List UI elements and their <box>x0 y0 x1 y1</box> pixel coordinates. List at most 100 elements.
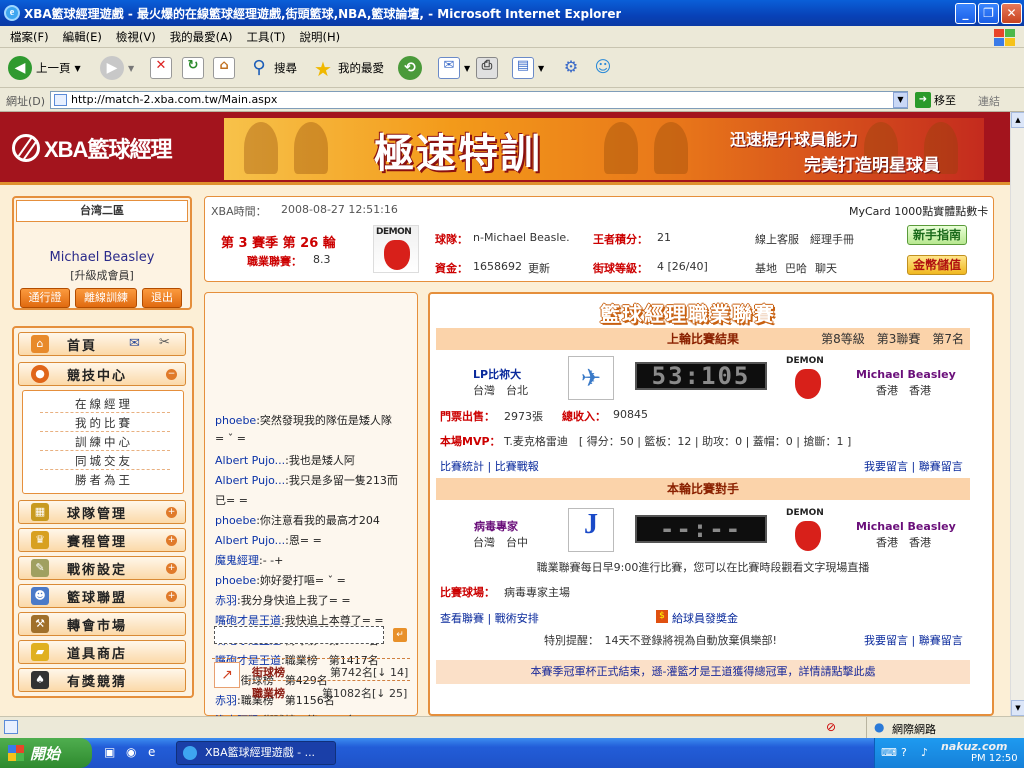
tools-icon[interactable]: ✂ <box>159 335 170 350</box>
links-button[interactable]: 連結 <box>978 93 1000 109</box>
scroll-up-icon[interactable]: ▲ <box>1011 112 1024 128</box>
chat-sender[interactable]: phoebe <box>215 574 256 587</box>
chat-sender[interactable]: phoebe <box>215 414 256 427</box>
chat-sender[interactable]: 赤羽 <box>215 694 237 707</box>
league-tactics-links[interactable]: 查看聯賽 | 戰術安排 <box>440 610 539 626</box>
popup-blocker-icon[interactable]: ⊘ <box>826 720 836 734</box>
mail-button[interactable]: ✉ ▼ <box>438 54 470 82</box>
submenu-my-matches[interactable]: 我的比賽 <box>24 415 184 431</box>
menu-view[interactable]: 檢視(V) <box>116 29 156 45</box>
chat-sender[interactable]: Albert Pujo... <box>215 534 285 547</box>
expand-icon[interactable]: + <box>166 535 177 546</box>
close-button[interactable]: ✕ <box>1001 3 1022 24</box>
menu-edit[interactable]: 編輯(E) <box>63 29 102 45</box>
collapse-icon[interactable]: − <box>166 369 177 380</box>
offline-training-button[interactable]: 離線訓練 <box>75 288 137 308</box>
back-button[interactable]: ◀ 上一頁 ▼ <box>8 54 81 82</box>
base-link[interactable]: 基地 <box>755 260 777 276</box>
nav-betting[interactable]: ♠ 有獎競猜 <box>18 668 186 692</box>
logout-button[interactable]: 退出 <box>142 288 182 308</box>
nav-team-management[interactable]: ▦ 球隊管理 + <box>18 500 186 524</box>
scroll-down-icon[interactable]: ▼ <box>1011 700 1024 716</box>
next-home-team-name[interactable]: 病毒專家 <box>474 518 518 534</box>
favorites-button[interactable]: ★ 我的最愛 <box>312 54 384 82</box>
go-button[interactable]: ➜ 移至 <box>915 92 956 108</box>
submenu-training-center[interactable]: 訓練中心 <box>24 434 184 450</box>
send-icon[interactable]: ↵ <box>393 628 407 642</box>
chat-sender[interactable]: Albert Pujo... <box>215 474 285 487</box>
address-input[interactable]: http://match-2.xba.com.tw/Main.aspx <box>50 91 908 109</box>
taskbar-ie-window[interactable]: XBA籃球經理遊戲 - ... <box>176 741 336 765</box>
match-stats-links[interactable]: 比賽統計 | 比賽戰報 <box>440 458 539 474</box>
chat-sender[interactable]: phoebe <box>215 514 256 527</box>
nav-arena[interactable]: ● 競技中心 − <box>18 362 186 386</box>
beginner-guide-button[interactable]: 新手指南 <box>907 225 967 245</box>
passport-button[interactable]: 通行證 <box>20 288 70 308</box>
chat-link[interactable]: 聊天 <box>815 260 837 276</box>
back-dropdown-icon[interactable]: ▼ <box>75 64 81 73</box>
away-team-name[interactable]: Michael Beasley <box>856 368 956 381</box>
show-desktop-icon[interactable]: ▣ <box>104 745 115 759</box>
gold-recharge-button[interactable]: 金幣儲值 <box>907 255 967 275</box>
submenu-winner[interactable]: 勝者為王 <box>24 472 184 488</box>
vertical-scrollbar[interactable]: ▲ ▼ <box>1010 112 1024 716</box>
chat-sender[interactable]: 魔鬼經理 <box>215 554 259 567</box>
home-team-name[interactable]: LP比祢大 <box>473 366 521 382</box>
manager-manual-link[interactable]: 經理手冊 <box>810 231 854 247</box>
league-message-links[interactable]: 我要留言 | 聯賽留言 <box>864 458 963 474</box>
messenger-button[interactable]: ☺ <box>592 54 614 82</box>
print-button[interactable]: ⎙ <box>476 54 498 82</box>
refresh-button[interactable]: ↻ <box>182 54 204 82</box>
season-champion-notice[interactable]: 本賽季冠軍杯正式結束，遜-灌籃才是王道獲得總冠軍，詳情請點擊此處 <box>436 660 970 684</box>
nav-schedule[interactable]: ♛ 賽程管理 + <box>18 528 186 552</box>
keyboard-icon[interactable]: ⌨ <box>881 746 897 759</box>
help-icon[interactable]: ? <box>901 746 907 759</box>
address-dropdown-icon[interactable]: ▼ <box>893 92 908 108</box>
forward-button[interactable]: ▶ ▼ <box>100 54 134 82</box>
start-button[interactable]: 開始 <box>0 738 92 768</box>
ie-quicklaunch-icon[interactable]: e <box>148 745 155 759</box>
history-button[interactable]: ⟲ <box>398 54 422 82</box>
submenu-online-manager[interactable]: 在線經理 <box>24 396 184 412</box>
chat-sender[interactable]: Albert Pujo... <box>215 454 285 467</box>
edit-button[interactable]: ▤ ▼ <box>512 54 544 82</box>
forward-dropdown-icon[interactable]: ▼ <box>128 64 134 73</box>
research-button[interactable]: ⚙ <box>560 54 582 82</box>
nav-league[interactable]: ☻ 籃球聯盟 + <box>18 584 186 608</box>
stop-button[interactable]: ✕ <box>150 54 172 82</box>
mycard-promo[interactable]: MyCard 1000點實體點數卡 <box>849 203 988 219</box>
user-level[interactable]: [升級成會員] <box>14 267 190 283</box>
chat-input[interactable] <box>214 626 384 644</box>
bahamut-link[interactable]: 巴哈 <box>785 260 807 276</box>
maximize-button[interactable]: ❐ <box>978 3 999 24</box>
volume-icon[interactable]: ♪ <box>921 746 928 759</box>
search-button[interactable]: ⚲ 搜尋 <box>248 54 297 82</box>
update-link[interactable]: 更新 <box>528 260 550 276</box>
go-label: 移至 <box>934 94 956 107</box>
minimize-button[interactable]: _ <box>955 3 976 24</box>
home-button[interactable]: ⌂ <box>213 54 235 82</box>
nav-tactics[interactable]: ✎ 戰術設定 + <box>18 556 186 580</box>
menu-help[interactable]: 說明(H) <box>300 29 341 45</box>
expand-icon[interactable]: + <box>166 507 177 518</box>
menu-tools[interactable]: 工具(T) <box>247 29 286 45</box>
menu-file[interactable]: 檔案(F) <box>10 29 49 45</box>
customer-service-link[interactable]: 線上客服 <box>755 231 799 247</box>
player-bonus-link[interactable]: 給球員發獎金 <box>672 610 738 626</box>
mail-dropdown-icon[interactable]: ▼ <box>464 64 470 73</box>
banner-ad[interactable]: 極速特訓 迅速提升球員能力 完美打造明星球員 <box>224 118 984 180</box>
nav-home[interactable]: ⌂ 首頁 ✉ ✂ <box>18 332 186 356</box>
expand-icon[interactable]: + <box>166 563 177 574</box>
mail-icon[interactable]: ✉ <box>129 336 140 351</box>
next-away-team-name[interactable]: Michael Beasley <box>856 520 956 533</box>
menu-favorites[interactable]: 我的最愛(A) <box>170 29 233 45</box>
chat-sender[interactable]: 赤羽 <box>215 594 237 607</box>
submenu-city-friends[interactable]: 同城交友 <box>24 453 184 469</box>
nav-item-shop[interactable]: ▰ 道具商店 <box>18 640 186 664</box>
site-logo[interactable]: XBA籃球經理 <box>12 132 172 164</box>
league-message-links-2[interactable]: 我要留言 | 聯賽留言 <box>864 632 963 648</box>
media-player-icon[interactable]: ◉ <box>126 745 136 759</box>
expand-icon[interactable]: + <box>166 591 177 602</box>
nav-transfer-market[interactable]: ⚒ 轉會市場 <box>18 612 186 636</box>
edit-dropdown-icon[interactable]: ▼ <box>538 64 544 73</box>
